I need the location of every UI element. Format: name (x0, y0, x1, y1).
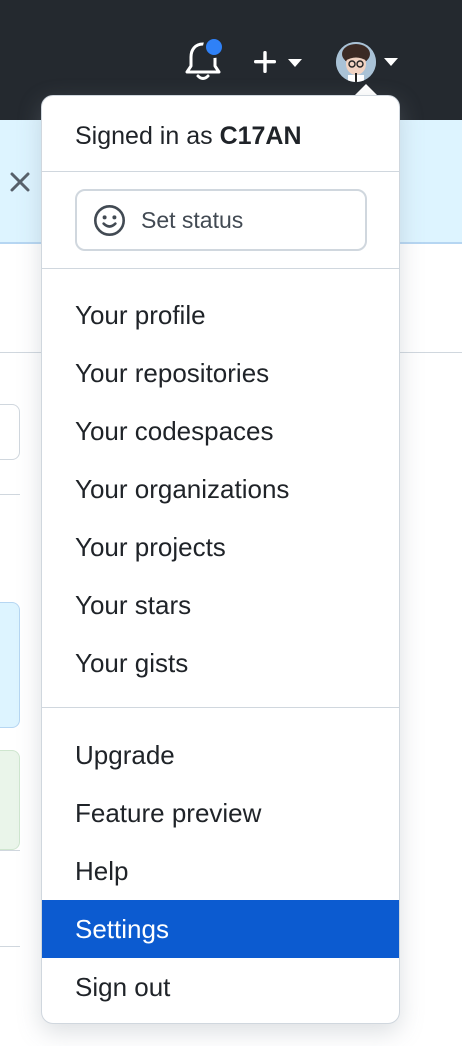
username: C17AN (219, 122, 302, 150)
menu-item-upgrade[interactable]: Upgrade (42, 726, 399, 784)
signed-in-label: Signed in as C17AN (75, 120, 302, 152)
set-status-button[interactable]: Set status (75, 189, 367, 251)
page-divider (0, 850, 20, 851)
menu-item-feature-preview[interactable]: Feature preview (42, 784, 399, 842)
menu-item-your-repositories[interactable]: Your repositories (42, 344, 399, 402)
menu-divider (42, 171, 399, 172)
caret-down-icon (288, 59, 302, 67)
user-dropdown-menu: Signed in as C17AN Set status Your profi… (41, 95, 400, 1024)
menu-divider (42, 268, 399, 269)
menu-divider (42, 707, 399, 708)
menu-item-help[interactable]: Help (42, 842, 399, 900)
create-new-menu-button[interactable] (250, 44, 308, 80)
page-divider (0, 494, 20, 495)
user-menu-button[interactable] (334, 40, 406, 86)
background-card (0, 750, 20, 850)
dismiss-banner-button[interactable] (6, 168, 34, 196)
notification-indicator (203, 36, 225, 58)
background-card (0, 602, 20, 728)
signed-in-prefix: Signed in as (75, 122, 213, 150)
menu-item-settings[interactable]: Settings (42, 900, 399, 958)
page-divider (0, 946, 20, 947)
menu-item-your-gists[interactable]: Your gists (42, 634, 399, 692)
menu-item-your-projects[interactable]: Your projects (42, 518, 399, 576)
menu-item-your-profile[interactable]: Your profile (42, 286, 399, 344)
close-icon (10, 172, 30, 192)
menu-item-your-stars[interactable]: Your stars (42, 576, 399, 634)
menu-item-your-codespaces[interactable]: Your codespaces (42, 402, 399, 460)
background-input (0, 404, 20, 460)
plus-icon (254, 51, 302, 73)
smiley-icon (94, 205, 125, 236)
set-status-label: Set status (141, 207, 244, 233)
menu-item-sign-out[interactable]: Sign out (42, 958, 399, 1016)
caret-down-icon (384, 58, 398, 66)
menu-item-your-organizations[interactable]: Your organizations (42, 460, 399, 518)
